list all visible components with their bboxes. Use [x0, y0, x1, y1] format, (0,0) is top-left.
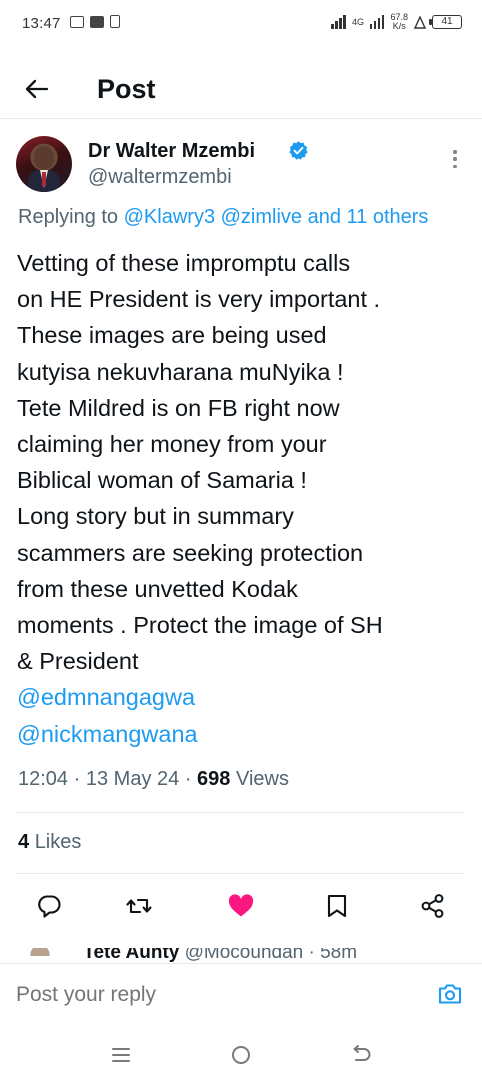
post-text-line: Long story but in summary — [17, 503, 294, 530]
notification-icons — [70, 15, 120, 28]
meta-separator: · — [308, 948, 315, 962]
likes-summary[interactable]: 4 Likes — [18, 831, 81, 854]
replying-to: Replying to @Klawry3 @zimlive and 11 oth… — [18, 206, 428, 229]
share-button[interactable] — [418, 891, 448, 921]
home-circle-icon — [232, 1046, 250, 1064]
arrow-left-icon — [25, 79, 49, 99]
network-type: 4G — [351, 16, 364, 27]
next-reply-handle: @Mocoundah — [184, 948, 304, 962]
post-text-line: kutyisa nekuvharana muNyika ! — [17, 358, 344, 385]
camera-icon — [438, 984, 462, 1004]
retweet-button[interactable] — [124, 891, 154, 921]
post-text-line: claiming her money from your — [17, 431, 327, 458]
battery-icon: 41 — [429, 15, 462, 29]
author-name[interactable]: Dr Walter Mzembi — [88, 140, 255, 163]
avatar[interactable] — [16, 136, 72, 192]
views-label: Views — [235, 768, 289, 790]
post-time: 12:04 — [18, 768, 69, 790]
meta-separator: · — [184, 768, 192, 790]
replying-prefix: Replying to — [18, 206, 119, 228]
document-icon — [110, 15, 120, 28]
next-reply-preview[interactable]: Tete Aunty @Mocoundah · 58m — [20, 948, 470, 962]
speed-unit: K/s — [392, 21, 406, 31]
camera-button[interactable] — [434, 978, 466, 1010]
bookmark-icon — [327, 894, 347, 918]
reply-icon — [38, 895, 61, 918]
like-button[interactable] — [226, 891, 256, 921]
more-options-button[interactable] — [448, 146, 462, 172]
post-text-line: These images are being used — [17, 322, 327, 349]
status-time: 13:47 — [22, 15, 61, 32]
next-reply-avatar — [20, 948, 60, 956]
post-text-line: on HE President is very important . — [17, 286, 381, 313]
post-text-line: scammers are seeking protection — [17, 539, 364, 566]
back-icon — [353, 1045, 371, 1061]
verified-badge-icon — [289, 141, 308, 160]
status-bar: 13:47 4G 67.8 K/s 41 — [0, 0, 482, 48]
mention-link[interactable]: @nickmangwana — [17, 716, 477, 752]
more-dot-icon — [453, 164, 457, 168]
system-nav-bar — [0, 1030, 482, 1080]
linkedin-icon — [90, 15, 104, 28]
network-speed: 67.8 K/s — [390, 13, 408, 31]
views-count[interactable]: 698 — [197, 768, 230, 790]
avatar-head — [34, 146, 54, 170]
post-date: 13 May 24 — [85, 768, 180, 790]
next-reply-name: Tete Aunty — [83, 948, 180, 962]
likes-label: Likes — [34, 831, 82, 853]
mention-link[interactable]: @edmnangagwa — [17, 679, 477, 715]
reply-input[interactable] — [16, 980, 416, 1010]
post-text-line: Tete Mildred is on FB right now — [17, 394, 340, 421]
post-text-line: & President — [17, 648, 139, 675]
page-title: Post — [97, 74, 156, 104]
post-text: Vetting of these impromptu calls on HE P… — [17, 245, 477, 752]
top-app-bar: Post — [0, 60, 482, 118]
home-button[interactable] — [228, 1042, 254, 1068]
post-text-line: Biblical woman of Samaria ! — [17, 467, 307, 494]
system-back-button[interactable] — [348, 1042, 374, 1068]
more-dot-icon — [453, 150, 457, 154]
post-text-line: moments . Protect the image of SH — [17, 612, 383, 639]
signal-icon-2 — [369, 15, 385, 29]
share-icon — [421, 894, 444, 918]
meta-separator: · — [73, 768, 81, 790]
divider — [17, 873, 465, 874]
replying-mentions[interactable]: @Klawry3 @zimlive and 11 others — [124, 206, 429, 228]
more-dot-icon — [453, 157, 457, 161]
menu-icon — [112, 1048, 130, 1062]
next-reply-time: 58m — [320, 948, 358, 962]
back-button[interactable] — [20, 72, 54, 106]
retweet-icon — [126, 898, 152, 914]
header-divider — [0, 118, 482, 119]
likes-count: 4 — [18, 831, 30, 853]
reply-composer — [0, 963, 482, 1025]
post-text-line: from these unvetted Kodak — [17, 575, 298, 602]
mail-icon — [70, 15, 84, 28]
system-icons: 4G 67.8 K/s 41 — [331, 13, 462, 31]
reply-button[interactable] — [34, 891, 64, 921]
alert-triangle-icon — [414, 15, 426, 29]
post-meta: 12:04 · 13 May 24 · 698 Views — [18, 768, 289, 791]
bookmark-button[interactable] — [322, 891, 352, 921]
post-text-line: Vetting of these impromptu calls — [17, 250, 351, 276]
divider — [17, 812, 465, 813]
recents-button[interactable] — [108, 1042, 134, 1068]
avatar-tie — [42, 172, 46, 186]
heart-filled-icon — [228, 894, 254, 917]
author-handle[interactable]: @waltermzembi — [88, 166, 232, 189]
signal-icon — [331, 15, 346, 29]
action-bar — [0, 885, 482, 925]
